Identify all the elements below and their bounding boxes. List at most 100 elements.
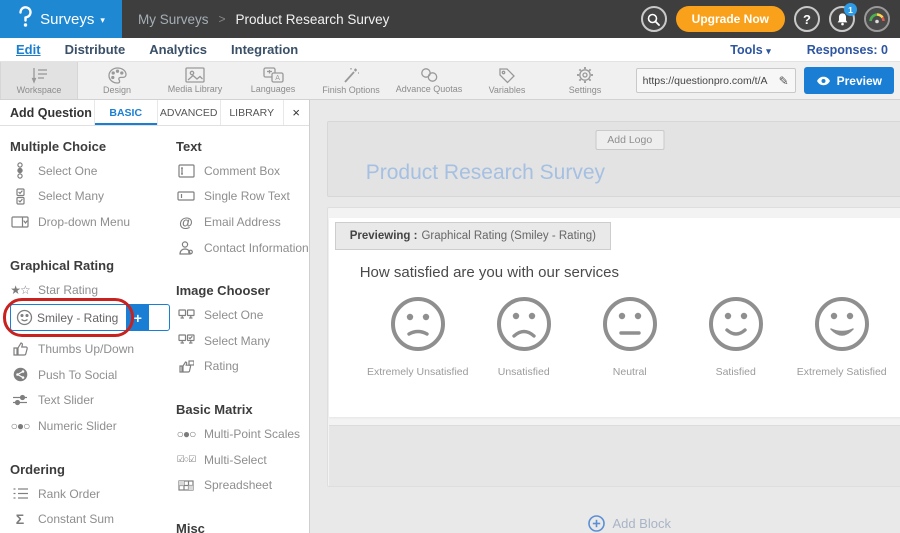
checkbox-stack-icon xyxy=(10,188,30,205)
chain-links-icon xyxy=(420,67,439,83)
smiley-face-icon xyxy=(495,295,553,353)
option-satisfied[interactable]: Satisfied xyxy=(683,295,789,378)
survey-url-input[interactable] xyxy=(643,75,777,87)
smiley-icon xyxy=(11,305,37,330)
toolbar-settings-button[interactable]: Settings xyxy=(546,62,624,99)
add-logo-button[interactable]: Add Logo xyxy=(595,130,664,150)
tab-analytics[interactable]: Analytics xyxy=(149,42,207,57)
sidebar-column-1: Multiple Choice Select One Select Many D… xyxy=(10,128,170,533)
radio-stack-icon xyxy=(10,162,30,179)
star-rating-icon: ★☆ xyxy=(10,283,30,297)
option-label: Neutral xyxy=(613,366,647,378)
item-label: Numeric Slider xyxy=(38,419,117,433)
search-button[interactable] xyxy=(641,6,667,32)
add-question-header: Add Question xyxy=(0,100,94,125)
sidebar-item-image-select-one[interactable]: Select One xyxy=(176,302,309,328)
toolbar-finish-options-button[interactable]: Finish Options xyxy=(312,62,390,99)
sidebar-item-image-select-many[interactable]: Select Many xyxy=(176,328,309,354)
sidebar-item-image-rating[interactable]: Rating xyxy=(176,354,309,380)
survey-nav-bar: Edit Distribute Analytics Integration To… xyxy=(0,38,900,62)
magic-wand-icon xyxy=(342,67,360,84)
sidebar-item-contact-information[interactable]: Contact Information xyxy=(176,235,309,261)
product-name: Surveys xyxy=(40,11,94,28)
tab-basic[interactable]: BASIC xyxy=(94,100,157,125)
sidebar-item-smiley-rating[interactable]: Smiley - Rating + xyxy=(10,304,170,334)
toolbar-workspace-button[interactable]: Workspace xyxy=(0,62,78,99)
toolbar-design-button[interactable]: Design xyxy=(78,62,156,99)
numeric-slider-icon: ○●○ xyxy=(10,419,30,433)
rank-order-icon xyxy=(10,487,30,500)
breadcrumb: My Surveys > Product Research Survey xyxy=(138,12,641,27)
item-label: Select One xyxy=(38,164,97,178)
sidebar-item-multi-select[interactable]: ☑○☑ Multi-Select xyxy=(176,447,309,473)
slider-icon xyxy=(10,394,30,406)
toolbar-advance-quotas-button[interactable]: Advance Quotas xyxy=(390,62,468,99)
sidebar-item-rank-order[interactable]: Rank Order xyxy=(10,481,170,507)
share-icon xyxy=(10,367,30,382)
tools-dropdown[interactable]: Tools ▾ xyxy=(730,43,770,57)
sidebar-item-thumbs-up-down[interactable]: Thumbs Up/Down xyxy=(10,336,170,362)
item-label: Rank Order xyxy=(38,487,100,501)
tab-integration[interactable]: Integration xyxy=(231,42,298,57)
option-unsatisfied[interactable]: Unsatisfied xyxy=(471,295,577,378)
sidebar-item-select-many[interactable]: Select Many xyxy=(10,184,170,210)
user-avatar[interactable] xyxy=(864,6,890,32)
workspace-icon xyxy=(28,67,50,84)
help-button[interactable]: ? xyxy=(794,6,820,32)
add-question-sidebar: Add Question BASIC ADVANCED LIBRARY × Mu… xyxy=(0,100,310,533)
add-block-button[interactable]: Add Block xyxy=(327,515,900,532)
toolbar-languages-button[interactable]: A Languages xyxy=(234,62,312,99)
multi-select-icon: ☑○☑ xyxy=(176,454,196,465)
thumbs-icon xyxy=(10,342,30,356)
smiley-face-icon xyxy=(813,295,871,353)
sidebar-item-constant-sum[interactable]: Σ Constant Sum xyxy=(10,506,170,532)
tab-distribute[interactable]: Distribute xyxy=(65,42,126,57)
sidebar-item-numeric-slider[interactable]: ○●○ Numeric Slider xyxy=(10,413,170,439)
toolbar-right: ✎ Preview xyxy=(636,62,900,99)
preview-button[interactable]: Preview xyxy=(804,67,894,94)
upgrade-now-button[interactable]: Upgrade Now xyxy=(676,6,785,32)
sidebar-item-star-rating[interactable]: ★☆ Star Rating xyxy=(10,277,170,303)
item-label: Contact Information xyxy=(204,241,309,255)
item-label: Spreadsheet xyxy=(204,478,272,492)
avatar-gauge-icon xyxy=(866,8,888,30)
option-extremely-satisfied[interactable]: Extremely Satisfied xyxy=(789,295,895,378)
sidebar-item-select-one[interactable]: Select One xyxy=(10,158,170,184)
smiley-face-icon xyxy=(601,295,659,353)
option-extremely-unsatisfied[interactable]: Extremely Unsatisfied xyxy=(365,295,471,378)
notifications-button[interactable]: 1 xyxy=(829,6,855,32)
survey-title[interactable]: Product Research Survey xyxy=(366,161,605,185)
tab-edit[interactable]: Edit xyxy=(16,42,41,57)
responses-count[interactable]: Responses: 0 xyxy=(807,43,888,57)
add-smiley-question-button[interactable]: + xyxy=(126,305,149,330)
toolbar-media-library-button[interactable]: Media Library xyxy=(156,62,234,99)
item-label: Email Address xyxy=(204,215,281,229)
smiley-options-row: Extremely Unsatisfied Unsatisfied Neutra… xyxy=(329,281,900,378)
sidebar-item-email-address[interactable]: @ Email Address xyxy=(176,209,309,235)
tag-icon xyxy=(498,67,516,84)
edit-url-pencil-icon[interactable]: ✎ xyxy=(779,74,789,88)
sidebar-item-push-to-social[interactable]: Push To Social xyxy=(10,362,170,388)
option-neutral[interactable]: Neutral xyxy=(577,295,683,378)
breadcrumb-my-surveys[interactable]: My Surveys xyxy=(138,12,209,27)
sidebar-item-comment-box[interactable]: Comment Box xyxy=(176,158,309,184)
sidebar-item-dropdown-menu[interactable]: Drop-down Menu xyxy=(10,209,170,235)
tab-advanced[interactable]: ADVANCED xyxy=(157,100,220,125)
section-image-chooser: Image Chooser xyxy=(176,283,309,298)
sidebar-item-spreadsheet[interactable]: Spreadsheet xyxy=(176,472,309,498)
item-label: Comment Box xyxy=(204,164,280,178)
previewing-value: Graphical Rating (Smiley - Rating) xyxy=(421,230,595,242)
smiley-rating-selected-box[interactable]: Smiley - Rating + xyxy=(10,304,170,331)
tab-library[interactable]: LIBRARY xyxy=(220,100,283,125)
close-sidebar-button[interactable]: × xyxy=(283,100,309,125)
question-block-footer xyxy=(329,425,900,486)
option-label: Extremely Satisfied xyxy=(797,366,887,378)
sidebar-item-text-slider[interactable]: Text Slider xyxy=(10,388,170,414)
plus-circle-icon xyxy=(588,515,605,532)
sidebar-item-multi-point-scales[interactable]: ○●○ Multi-Point Scales xyxy=(176,421,309,447)
sidebar-item-single-row-text[interactable]: Single Row Text xyxy=(176,184,309,210)
question-preview-card: Previewing : Graphical Rating (Smiley - … xyxy=(329,218,900,417)
survey-url-field[interactable]: ✎ xyxy=(636,68,796,93)
questionpro-logo-menu[interactable]: Surveys ▾ xyxy=(0,0,122,38)
toolbar-variables-button[interactable]: Variables xyxy=(468,62,546,99)
